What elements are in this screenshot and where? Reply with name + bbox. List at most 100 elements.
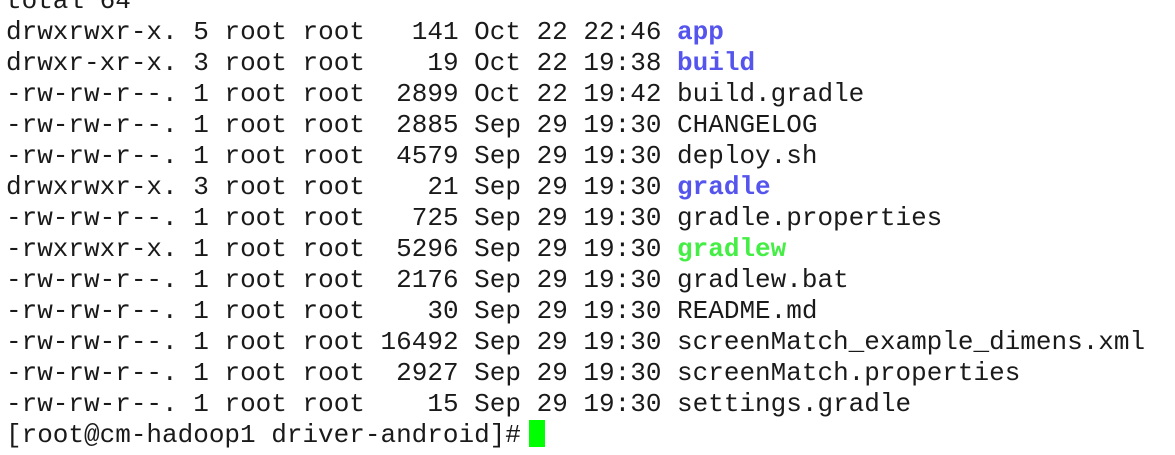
prompt-line[interactable]: [root@cm-hadoop1 driver-android]# bbox=[6, 420, 1145, 451]
file-day: 29 bbox=[536, 265, 568, 295]
file-month: Sep bbox=[474, 358, 521, 388]
file-permissions: drwxrwxr-x. bbox=[6, 17, 178, 47]
file-month: Sep bbox=[474, 265, 521, 295]
file-group: root bbox=[302, 296, 365, 326]
file-row: -rw-rw-r--. 1 root root 2176 Sep 29 19:3… bbox=[6, 265, 1145, 296]
file-name: CHANGELOG bbox=[677, 110, 818, 140]
file-size: 2885 bbox=[396, 110, 459, 140]
file-day: 29 bbox=[536, 327, 568, 357]
file-size: 725 bbox=[411, 203, 459, 233]
file-owner: root bbox=[224, 389, 287, 419]
file-permissions: -rw-rw-r--. bbox=[6, 110, 178, 140]
file-day: 29 bbox=[536, 172, 568, 202]
file-day: 22 bbox=[536, 17, 568, 47]
file-link-count: 1 bbox=[193, 203, 209, 233]
file-day: 29 bbox=[536, 234, 568, 264]
file-time: 19:30 bbox=[583, 234, 662, 264]
file-day: 29 bbox=[536, 296, 568, 326]
file-group: root bbox=[302, 172, 365, 202]
file-time: 19:30 bbox=[583, 203, 662, 233]
file-name: settings.gradle bbox=[677, 389, 912, 419]
file-month: Oct bbox=[474, 48, 521, 78]
file-day: 29 bbox=[536, 389, 568, 419]
file-group: root bbox=[302, 203, 365, 233]
file-permissions: -rw-rw-r--. bbox=[6, 203, 178, 233]
file-day: 22 bbox=[536, 79, 568, 109]
file-owner: root bbox=[224, 172, 287, 202]
file-permissions: -rw-rw-r--. bbox=[6, 141, 178, 171]
file-name: gradle bbox=[677, 172, 771, 202]
file-month: Oct bbox=[474, 79, 521, 109]
file-time: 19:30 bbox=[583, 110, 662, 140]
file-link-count: 5 bbox=[193, 17, 209, 47]
file-owner: root bbox=[224, 110, 287, 140]
file-listing: drwxrwxr-x. 5 root root 141 Oct 22 22:46… bbox=[6, 17, 1145, 420]
file-time: 19:30 bbox=[583, 141, 662, 171]
file-size: 141 bbox=[411, 17, 459, 47]
file-owner: root bbox=[224, 358, 287, 388]
file-month: Sep bbox=[474, 110, 521, 140]
file-row: -rw-rw-r--. 1 root root 2899 Oct 22 19:4… bbox=[6, 79, 1145, 110]
file-owner: root bbox=[224, 327, 287, 357]
file-row: -rw-rw-r--. 1 root root 2927 Sep 29 19:3… bbox=[6, 358, 1145, 389]
file-name: screenMatch_example_dimens.xml bbox=[677, 327, 1146, 357]
file-group: root bbox=[302, 327, 365, 357]
file-name: README.md bbox=[677, 296, 818, 326]
file-time: 22:46 bbox=[583, 17, 662, 47]
file-time: 19:30 bbox=[583, 358, 662, 388]
file-size: 19 bbox=[427, 48, 459, 78]
file-permissions: -rw-rw-r--. bbox=[6, 389, 178, 419]
terminal-output: total 64 drwxrwxr-x. 5 root root 141 Oct… bbox=[6, 0, 1145, 451]
file-permissions: -rwxrwxr-x. bbox=[6, 234, 178, 264]
file-time: 19:30 bbox=[583, 172, 662, 202]
file-permissions: -rw-rw-r--. bbox=[6, 79, 178, 109]
file-month: Sep bbox=[474, 203, 521, 233]
file-link-count: 3 bbox=[193, 172, 209, 202]
file-name: app bbox=[677, 17, 724, 47]
total-line: total 64 bbox=[6, 0, 131, 16]
file-group: root bbox=[302, 110, 365, 140]
file-group: root bbox=[302, 234, 365, 264]
file-row: -rw-rw-r--. 1 root root 2885 Sep 29 19:3… bbox=[6, 110, 1145, 141]
file-size: 2899 bbox=[396, 79, 459, 109]
file-permissions: -rw-rw-r--. bbox=[6, 296, 178, 326]
file-day: 29 bbox=[536, 358, 568, 388]
file-month: Sep bbox=[474, 234, 521, 264]
file-row: drwxrwxr-x. 5 root root 141 Oct 22 22:46… bbox=[6, 17, 1145, 48]
file-size: 4579 bbox=[396, 141, 459, 171]
file-row: -rw-rw-r--. 1 root root 725 Sep 29 19:30… bbox=[6, 203, 1145, 234]
file-size: 2927 bbox=[396, 358, 459, 388]
file-size: 16492 bbox=[380, 327, 459, 357]
file-group: root bbox=[302, 389, 365, 419]
file-permissions: -rw-rw-r--. bbox=[6, 327, 178, 357]
file-link-count: 1 bbox=[193, 234, 209, 264]
file-group: root bbox=[302, 358, 365, 388]
file-name: gradlew.bat bbox=[677, 265, 849, 295]
file-size: 5296 bbox=[396, 234, 459, 264]
file-link-count: 1 bbox=[193, 141, 209, 171]
file-name: screenMatch.properties bbox=[677, 358, 1021, 388]
file-month: Sep bbox=[474, 296, 521, 326]
file-row: -rw-rw-r--. 1 root root 15 Sep 29 19:30 … bbox=[6, 389, 1145, 420]
file-link-count: 1 bbox=[193, 358, 209, 388]
file-day: 29 bbox=[536, 203, 568, 233]
text-cursor bbox=[528, 420, 545, 447]
file-month: Sep bbox=[474, 327, 521, 357]
file-day: 22 bbox=[536, 48, 568, 78]
file-link-count: 1 bbox=[193, 265, 209, 295]
file-month: Sep bbox=[474, 141, 521, 171]
file-link-count: 1 bbox=[193, 296, 209, 326]
file-month: Sep bbox=[474, 172, 521, 202]
file-owner: root bbox=[224, 234, 287, 264]
file-link-count: 1 bbox=[193, 79, 209, 109]
file-time: 19:38 bbox=[583, 48, 662, 78]
file-link-count: 3 bbox=[193, 48, 209, 78]
file-time: 19:42 bbox=[583, 79, 662, 109]
terminal-window[interactable]: total 64 drwxrwxr-x. 5 root root 141 Oct… bbox=[0, 0, 1175, 455]
file-size: 2176 bbox=[396, 265, 459, 295]
file-time: 19:30 bbox=[583, 389, 662, 419]
file-permissions: drwxrwxr-x. bbox=[6, 172, 178, 202]
file-row: -rw-rw-r--. 1 root root 30 Sep 29 19:30 … bbox=[6, 296, 1145, 327]
file-group: root bbox=[302, 265, 365, 295]
file-link-count: 1 bbox=[193, 110, 209, 140]
